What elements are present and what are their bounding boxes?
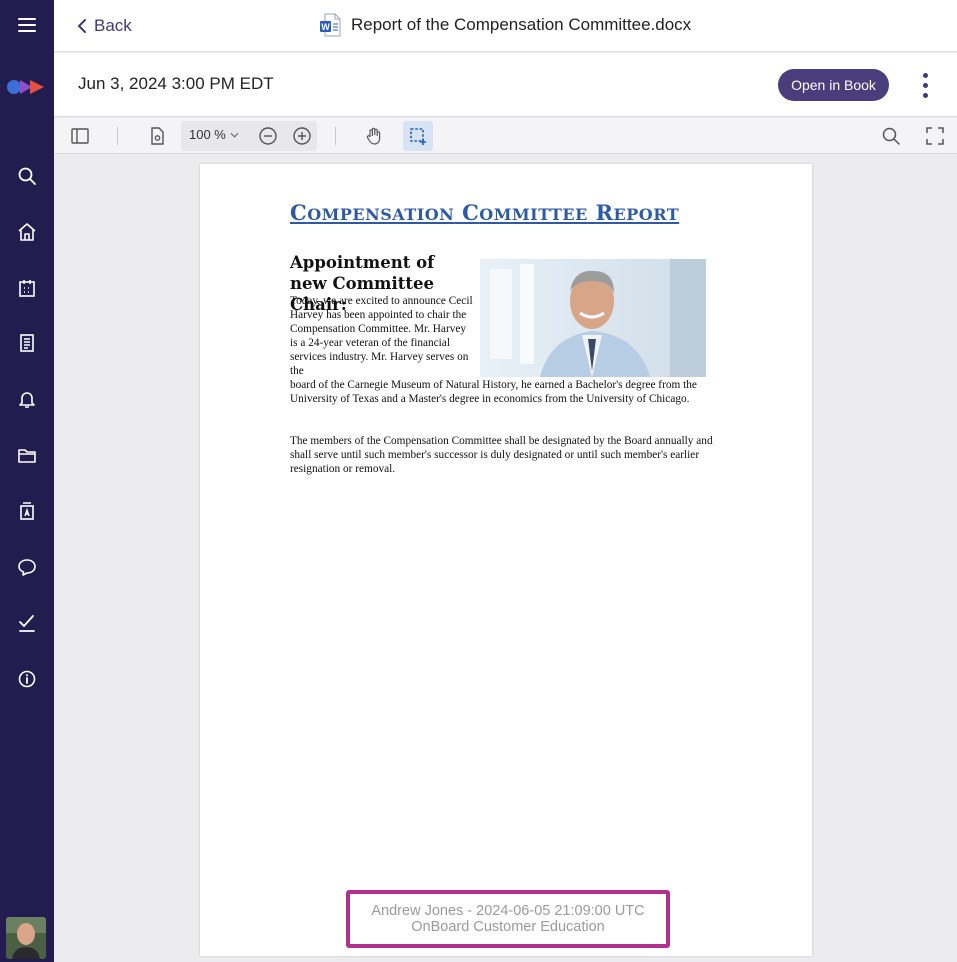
bell-icon[interactable] [0,379,54,419]
chevron-down-icon [230,132,239,138]
svg-text:W: W [321,22,330,32]
announcement-paragraph: Today, we are excited to announce Cecil … [290,295,697,405]
word-file-icon: W [319,13,341,37]
zoom-select[interactable]: 100 % [189,127,239,142]
fullscreen-icon[interactable] [920,121,950,151]
page-settings-icon[interactable] [142,121,172,151]
chevron-left-icon [77,19,86,33]
directory-icon[interactable] [0,491,54,531]
folder-icon[interactable] [0,435,54,475]
meeting-date: Jun 3, 2024 3:00 PM EDT [78,74,274,93]
document-page: COMPENSATION COMMITTEE REPORT Appointmen… [200,164,812,956]
app-logo[interactable] [6,77,48,97]
avatar[interactable] [6,917,46,959]
sidebar-toggle-icon[interactable] [65,121,95,151]
document-title: W Report of the Compensation Committee.d… [319,12,691,38]
meta-bar: Jun 3, 2024 3:00 PM EDT Open in Book [54,53,957,117]
info-icon[interactable] [0,659,54,699]
zoom-value: 100 % [189,127,226,142]
watermark-user-line: Andrew Jones - 2024-06-05 21:09:00 UTC [371,903,645,919]
calendar-icon[interactable] [0,268,54,308]
tasks-icon[interactable] [0,603,54,643]
more-options-icon[interactable] [915,67,935,103]
watermark-org-line: OnBoard Customer Education [411,919,605,935]
home-icon[interactable] [0,212,54,252]
open-in-book-button[interactable]: Open in Book [778,69,889,101]
search-document-icon[interactable] [876,121,906,151]
sidebar [0,0,54,962]
document-heading: COMPENSATION COMMITTEE REPORT [290,200,680,225]
search-icon[interactable] [0,156,54,196]
zoom-out-icon[interactable] [253,121,283,151]
chat-icon[interactable] [0,547,54,587]
book-icon[interactable] [0,323,54,363]
pan-hand-icon[interactable] [359,121,389,151]
viewer-toolbar: 100 % [54,118,957,154]
document-title-text: Report of the Compensation Committee.doc… [351,15,692,34]
top-bar: Back W Report of the Compensation Commit… [54,0,957,52]
back-label: Back [94,16,132,35]
zoom-in-icon[interactable] [287,121,317,151]
zoom-control: 100 % [181,121,317,151]
area-select-icon[interactable] [403,121,433,151]
menu-icon[interactable] [0,5,54,45]
membership-paragraph: The members of the Compensation Committe… [290,435,713,475]
user-watermark: Andrew Jones - 2024-06-05 21:09:00 UTC O… [346,890,670,948]
back-button[interactable]: Back [76,13,132,39]
